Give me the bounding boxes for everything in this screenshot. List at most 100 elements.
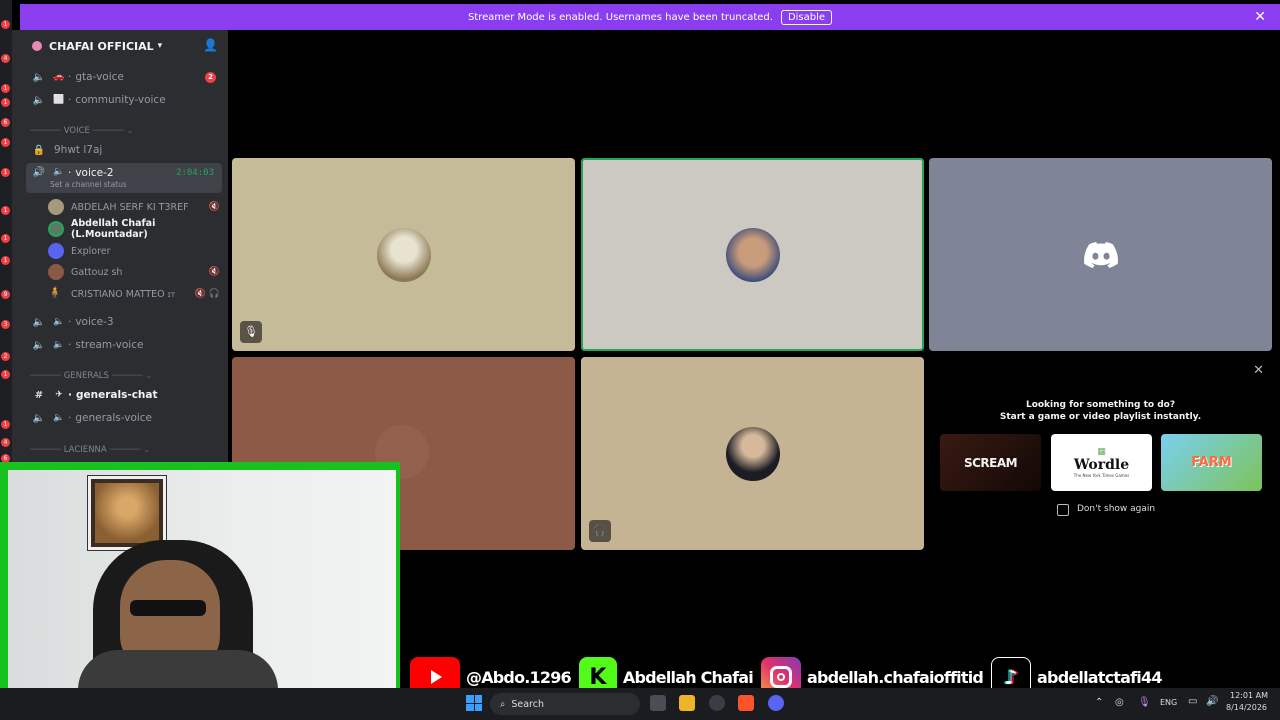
server-badge[interactable]: 6	[1, 118, 10, 127]
channel-name: community-voice	[75, 94, 166, 106]
channel-voice-2[interactable]: 🔊 🔈 · voice-2 2:04:03 Set a channel stat…	[26, 163, 222, 193]
channel-community-voice[interactable]: 🔈 ⬜ · community-voice	[26, 89, 222, 111]
channel-name: gta-voice	[75, 71, 124, 83]
speaker-icon: 🔈	[53, 340, 65, 350]
channel-sidebar: CHAFAI OFFICIAL ▾ 👤 🔈 🚗 · gta-voice 2 🔈 …	[12, 30, 228, 470]
channel-generals-chat[interactable]: # ✈ · generals-chat	[26, 384, 222, 406]
channel-name: stream-voice	[75, 339, 144, 351]
server-header[interactable]: CHAFAI OFFICIAL ▾ 👤	[12, 30, 228, 62]
server-logo-icon	[32, 41, 42, 51]
dont-show-checkbox[interactable]	[1057, 504, 1069, 516]
tray-mic-icon[interactable]: 🎙	[1138, 697, 1151, 708]
channel-status[interactable]: Set a channel status	[50, 180, 127, 189]
game-sub: The New York Times Games	[1073, 473, 1130, 478]
speaker-icon: 🔈	[32, 412, 46, 424]
muted-deafened-icon: 🔇 🎧	[194, 289, 220, 299]
car-emoji-icon: 🚗	[53, 72, 65, 82]
speaker-icon: 🔈	[32, 71, 46, 83]
category-lacienna[interactable]: ────── LACIENNA ────── ⌄	[30, 443, 220, 457]
discord-taskbar-icon[interactable]	[768, 695, 784, 711]
server-badge[interactable]: 1	[1, 98, 10, 107]
voice-user[interactable]: Abdellah Chafai (L.Mountadar)	[48, 218, 226, 240]
game-title: Wordle	[1073, 457, 1130, 473]
voice-user[interactable]: Explorer	[48, 241, 226, 261]
tiktok-handle: abdellatctafi44	[1037, 667, 1162, 687]
category-generals[interactable]: ────── GENERALS ────── ⌄	[30, 369, 220, 383]
server-badge[interactable]: 1	[1, 206, 10, 215]
avatar	[48, 243, 64, 259]
server-badge[interactable]: 1	[1, 84, 10, 93]
dont-show-label: Don't show again	[1077, 504, 1156, 514]
channel-voice-3[interactable]: 🔈 🔈 · voice-3	[26, 311, 222, 333]
server-badge[interactable]: 1	[1, 370, 10, 379]
clock-time[interactable]: 12:01 AM	[1230, 691, 1268, 700]
invite-people-icon[interactable]: 👤	[203, 38, 218, 52]
activity-card-wordle[interactable]: ▦ Wordle The New York Times Games	[1051, 434, 1152, 491]
participant-tile[interactable]: 🎙	[232, 158, 575, 351]
server-badge[interactable]: 1	[1, 168, 10, 177]
volume-icon[interactable]: 🔊	[1206, 696, 1218, 707]
server-badge[interactable]: 1	[1, 20, 10, 29]
mic-muted-icon: 🔇	[208, 267, 220, 277]
close-activity-icon[interactable]: ✕	[1253, 363, 1264, 378]
language-indicator[interactable]: ENG	[1160, 698, 1177, 707]
brave-browser-icon[interactable]	[738, 695, 754, 711]
server-badge[interactable]: 9	[1, 290, 10, 299]
server-badge[interactable]: 4	[1, 54, 10, 63]
activity-card-farm[interactable]: FARM	[1161, 434, 1262, 491]
search-icon: ⌕	[500, 698, 506, 710]
kick-handle: Abdellah Chafai	[622, 667, 754, 687]
category-label: LACIENNA	[63, 445, 107, 455]
channel-name: generals-voice	[75, 412, 153, 424]
server-badge[interactable]: 2	[1, 352, 10, 361]
channel-generals-voice[interactable]: 🔈 🔈 · generals-voice	[26, 407, 222, 429]
participant-tile[interactable]	[929, 158, 1272, 351]
close-banner-icon[interactable]: ✕	[1254, 9, 1266, 25]
voice-user[interactable]: ABDELAH SERF KI T3REF 🔇	[48, 197, 226, 217]
channel-stream-voice[interactable]: 🔈 🔈 · stream-voice	[26, 334, 222, 356]
sunglasses	[130, 600, 206, 616]
windows-start-icon[interactable]	[466, 695, 482, 711]
participant-tile-speaking[interactable]	[581, 158, 924, 351]
webcam-overlay	[0, 462, 400, 692]
instagram-handle: abdellah.chafaioffitid	[806, 667, 984, 687]
server-badge[interactable]: 1	[1, 234, 10, 243]
mic-muted-icon: 🔇	[208, 202, 220, 212]
category-voice[interactable]: ────── VOICE ────── ⌄	[30, 124, 220, 138]
server-badge[interactable]: 1	[1, 138, 10, 147]
clock-date[interactable]: 8/14/2026	[1226, 703, 1267, 712]
disable-streamer-mode-button[interactable]: Disable	[780, 9, 833, 25]
activity-card-scream[interactable]: SCREAM	[940, 434, 1041, 491]
server-badge[interactable]: 3	[1, 320, 10, 329]
file-explorer-icon[interactable]	[679, 695, 695, 711]
server-badge[interactable]: 1	[1, 256, 10, 265]
user-name: Explorer	[71, 245, 111, 257]
tray-chevron-icon[interactable]: ⌃	[1095, 697, 1103, 708]
speaker-icon: 🔈	[53, 413, 65, 423]
game-title: FARM	[1191, 455, 1232, 470]
speaker-icon: 🔈	[32, 94, 46, 106]
server-list: 1 4 1 1 6 1 1 1 1 1 9 3 2 1 1 4 6	[0, 0, 12, 470]
server-badge[interactable]: 1	[1, 420, 10, 429]
channel-gta-voice[interactable]: 🔈 🚗 · gta-voice 2	[26, 66, 222, 88]
hashtag-icon: #	[34, 389, 44, 401]
voice-user[interactable]: Gattouz sh 🔇	[48, 262, 226, 282]
server-badge[interactable]: 4	[1, 438, 10, 447]
avatar	[48, 199, 64, 215]
discord-screen: Streamer Mode is enabled. Usernames have…	[0, 0, 1280, 720]
user-name: Abdellah Chafai (L.Mountadar)	[71, 218, 156, 240]
task-view-icon[interactable]	[650, 695, 666, 711]
channel-locked[interactable]: 🔒 9hwt l7aj	[26, 139, 222, 161]
wifi-icon[interactable]: ▭	[1188, 696, 1197, 707]
tray-network-app-icon[interactable]: ◎	[1115, 697, 1124, 708]
voice-user[interactable]: 🧍 CRISTIANO MATTEO ɪᴛ 🔇 🎧	[48, 284, 226, 304]
avatar	[48, 264, 64, 280]
participant-avatar	[725, 426, 780, 481]
taskbar-search[interactable]: ⌕ Search	[490, 693, 640, 715]
participant-tile[interactable]: 🎧	[581, 357, 924, 550]
chevron-down-icon: ▾	[157, 41, 163, 51]
app-icon[interactable]	[709, 695, 725, 711]
mic-muted-icon: 🎙	[240, 321, 262, 343]
lock-icon: 🔒	[32, 144, 46, 156]
channel-name: generals-chat	[76, 389, 158, 401]
